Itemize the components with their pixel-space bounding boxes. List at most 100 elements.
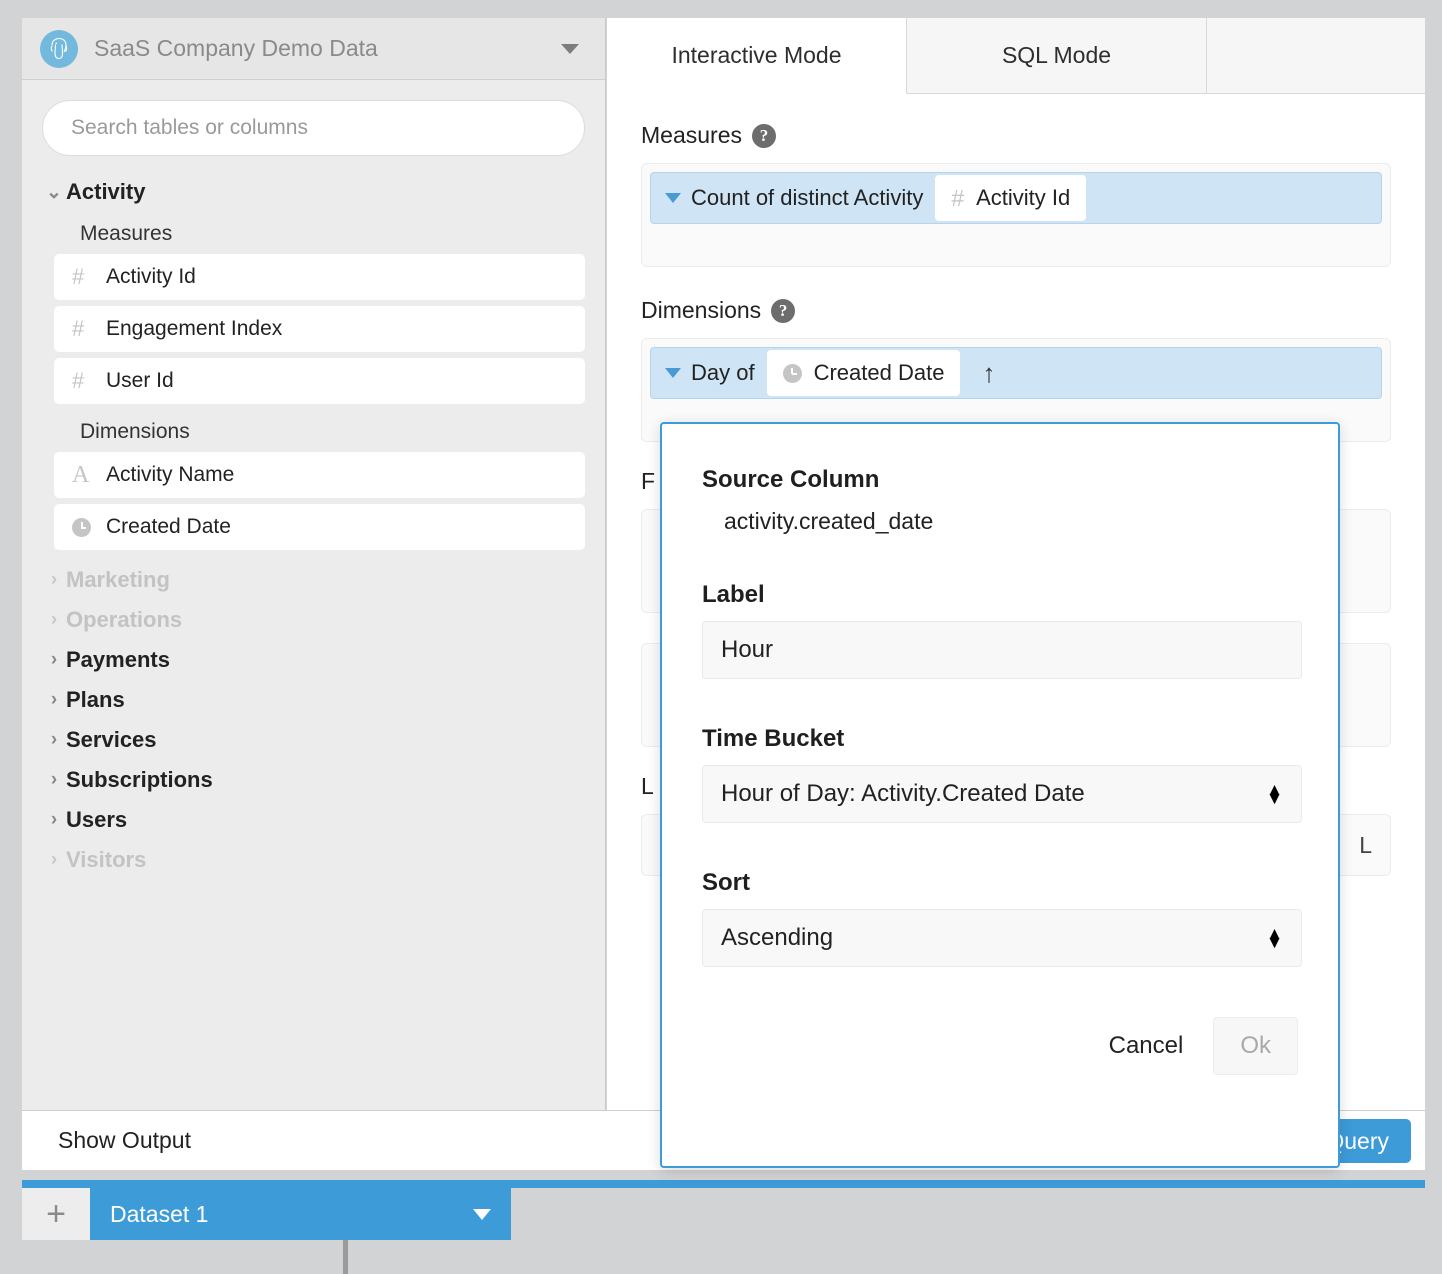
help-icon[interactable]: ? xyxy=(751,123,776,148)
column-user-id[interactable]: # User Id xyxy=(54,358,585,404)
tree-node-label: Services xyxy=(66,727,157,752)
sort-ascending-icon[interactable]: ↑ xyxy=(982,358,995,389)
tree-node-activity[interactable]: ⌄ Activity xyxy=(42,172,585,212)
edit-dimension-dialog: Source Column activity.created_date Labe… xyxy=(660,422,1340,1168)
time-bucket-heading: Time Bucket xyxy=(702,725,845,752)
measure-chip[interactable]: Count of distinct Activity # Activity Id xyxy=(650,172,1382,224)
tree-node-plans[interactable]: › Plans xyxy=(42,680,585,720)
measure-aggregate-label: Count of distinct Activity xyxy=(691,185,924,210)
tab-label: Interactive Mode xyxy=(671,42,842,68)
column-activity-name[interactable]: A Activity Name xyxy=(54,452,585,498)
chevron-right-icon: › xyxy=(50,569,58,590)
dimensions-group-label: Dimensions xyxy=(80,420,190,443)
dimension-chip[interactable]: Day of Created Date ↑ xyxy=(650,347,1382,399)
dimensions-label-text: Dimensions xyxy=(641,297,762,323)
source-column-value: activity.created_date xyxy=(724,508,934,534)
schema-tree: ⌄ Activity Measures # Activity Id # Enga… xyxy=(22,156,605,880)
search-input[interactable] xyxy=(42,100,585,156)
mode-tabs: Interactive Mode SQL Mode xyxy=(607,18,1425,94)
measure-column-label: Activity Id xyxy=(976,185,1071,210)
hash-icon: # xyxy=(72,316,85,341)
chevron-right-icon: › xyxy=(50,849,58,870)
show-output-button[interactable]: Show Output xyxy=(58,1127,191,1154)
collapsed-tables-list: › Marketing › Operations › Payments › Pl… xyxy=(42,560,585,880)
column-activity-id[interactable]: # Activity Id xyxy=(54,254,585,300)
tree-node-subscriptions[interactable]: › Subscriptions xyxy=(42,760,585,800)
hash-icon: # xyxy=(72,264,85,289)
hash-icon: # xyxy=(72,368,85,393)
clock-icon xyxy=(782,363,802,383)
sort-heading: Sort xyxy=(702,869,750,896)
app-root: SaaS Company Demo Data ⌄ Activity Measur… xyxy=(0,0,1442,1274)
chevron-right-icon: › xyxy=(50,769,58,790)
tree-node-visitors[interactable]: › Visitors xyxy=(42,840,585,880)
clock-icon xyxy=(72,517,106,537)
letter-a-icon: A xyxy=(72,461,90,488)
postgres-elephant-icon xyxy=(40,29,78,68)
tree-node-label: Subscriptions xyxy=(66,767,213,792)
chevron-updown-icon: ▲ ▼ xyxy=(1266,923,1283,952)
tree-node-marketing[interactable]: › Marketing xyxy=(42,560,585,600)
dimension-column-label: Created Date xyxy=(813,360,945,385)
time-bucket-select[interactable]: Hour of Day: Activity.Created Date ▲ ▼ xyxy=(702,765,1302,823)
tree-node-label: Visitors xyxy=(66,847,147,872)
sort-select[interactable]: Ascending ▲ ▼ xyxy=(702,909,1302,967)
measures-label-text: Measures xyxy=(641,122,742,148)
chevron-updown-icon: ▲ ▼ xyxy=(1266,779,1283,808)
column-label: User Id xyxy=(106,369,174,392)
dataset-tab-dataset-1[interactable]: Dataset 1 xyxy=(90,1188,511,1240)
search-container xyxy=(22,80,605,156)
dataset-bar-accent xyxy=(22,1180,1425,1188)
chevron-down-icon: ⌄ xyxy=(46,181,62,203)
label-input[interactable] xyxy=(702,621,1302,679)
column-created-date[interactable]: Created Date xyxy=(54,504,585,550)
limit-value-label: L xyxy=(1359,831,1372,858)
tree-node-operations[interactable]: › Operations xyxy=(42,600,585,640)
chevron-down-icon[interactable] xyxy=(473,1208,491,1220)
chevron-right-icon: › xyxy=(50,809,58,830)
measure-column-pill[interactable]: # Activity Id xyxy=(935,175,1087,221)
tree-node-label: Marketing xyxy=(66,567,170,592)
column-engagement-index[interactable]: # Engagement Index xyxy=(54,306,585,352)
ok-button[interactable]: Ok xyxy=(1213,1017,1298,1075)
dataset-connector-line xyxy=(343,1240,348,1274)
label-heading: Label xyxy=(702,581,765,608)
measures-section-label: Measures ? xyxy=(641,122,1391,149)
column-label: Activity Name xyxy=(106,463,235,486)
chevron-right-icon: › xyxy=(50,649,58,670)
chevron-down-icon[interactable] xyxy=(665,193,681,203)
tree-node-label: Plans xyxy=(66,687,125,712)
chevron-down-icon[interactable] xyxy=(665,368,681,378)
help-icon[interactable]: ? xyxy=(771,298,796,323)
add-dataset-button[interactable]: + xyxy=(22,1188,90,1240)
tree-node-label: Operations xyxy=(66,607,183,632)
dataset-tab-label: Dataset 1 xyxy=(110,1200,209,1227)
dimension-column-pill[interactable]: Created Date xyxy=(766,350,961,396)
dimension-bucket-label: Day of xyxy=(691,360,755,385)
schema-sidebar: SaaS Company Demo Data ⌄ Activity Measur… xyxy=(22,18,606,1110)
tree-node-services[interactable]: › Services xyxy=(42,720,585,760)
database-selector[interactable]: SaaS Company Demo Data xyxy=(22,18,605,80)
tab-interactive-mode[interactable]: Interactive Mode xyxy=(607,18,907,94)
chevron-right-icon: › xyxy=(50,729,58,750)
tree-node-label: Activity xyxy=(66,179,146,204)
column-label: Created Date xyxy=(106,515,231,538)
tree-node-users[interactable]: › Users xyxy=(42,800,585,840)
measures-dropzone[interactable]: Count of distinct Activity # Activity Id xyxy=(641,163,1391,267)
chevron-right-icon: › xyxy=(50,609,58,630)
database-name: SaaS Company Demo Data xyxy=(94,35,378,61)
chevron-right-icon: › xyxy=(50,689,58,710)
tab-sql-mode[interactable]: SQL Mode xyxy=(907,18,1207,94)
tree-node-label: Users xyxy=(66,807,128,832)
chevron-down-icon[interactable] xyxy=(561,43,579,54)
sort-value: Ascending xyxy=(721,924,834,951)
dialog-actions: Cancel Ok xyxy=(702,1017,1298,1075)
source-column-heading: Source Column xyxy=(702,466,880,493)
hash-icon: # xyxy=(951,184,965,211)
column-label: Activity Id xyxy=(106,265,196,288)
dataset-tab-bar: + Dataset 1 xyxy=(22,1188,511,1240)
tree-node-payments[interactable]: › Payments xyxy=(42,640,585,680)
cancel-button[interactable]: Cancel xyxy=(1091,1020,1202,1072)
tree-node-label: Payments xyxy=(66,647,170,672)
tab-label: SQL Mode xyxy=(1001,42,1112,68)
